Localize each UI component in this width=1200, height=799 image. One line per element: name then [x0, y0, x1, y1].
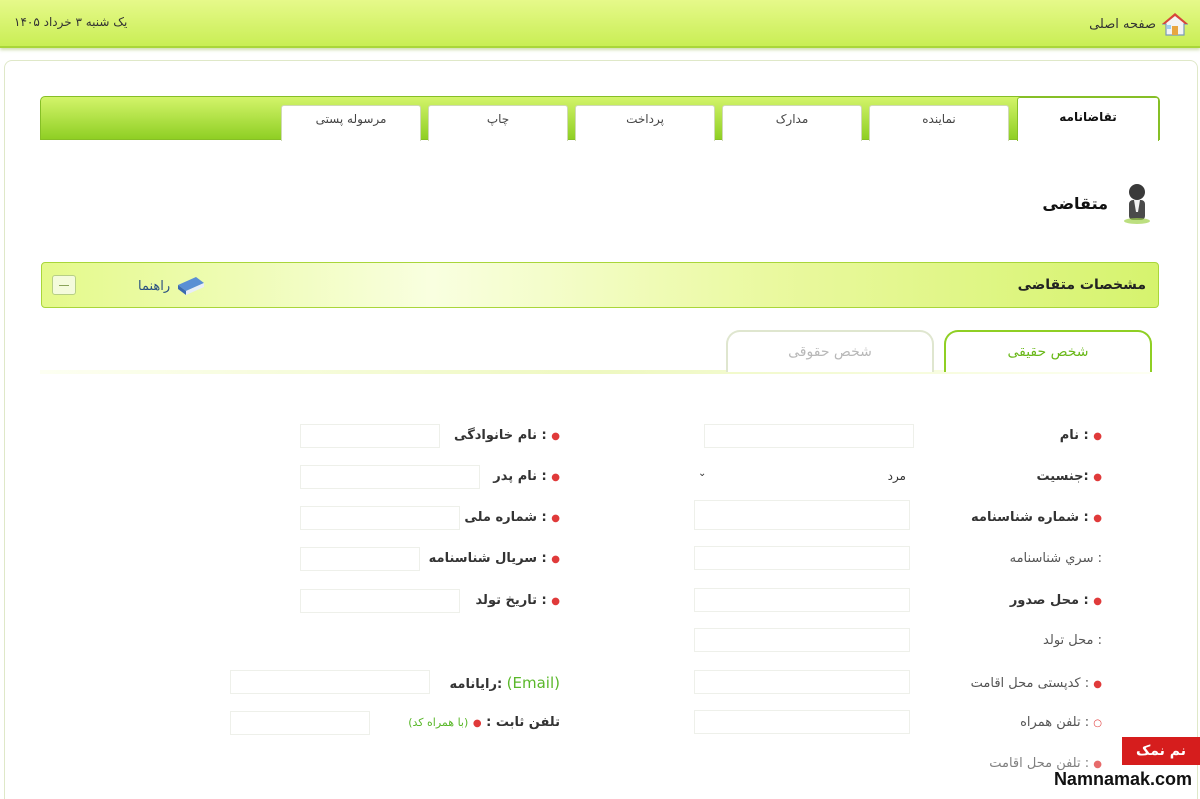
- gender-label: جنسیت: ●: [1036, 469, 1102, 484]
- help-label: راهنما: [138, 278, 171, 294]
- subtab-natural-person[interactable]: شخص حقیقی: [944, 330, 1152, 372]
- landline-label: تلفن ثابت : ● (با همراه کد): [408, 715, 560, 730]
- help-link[interactable]: راهنما: [138, 275, 206, 297]
- gender-select-value: مرد: [887, 469, 906, 483]
- id-serial-input[interactable]: [300, 547, 420, 571]
- home-label: صفحه اصلی: [1089, 16, 1156, 32]
- main-tab-bar: تقاضانامه نماینده مدارک پرداخت چاپ مرسول…: [40, 96, 1160, 141]
- id-number-input[interactable]: [694, 500, 910, 530]
- issue-place-input[interactable]: [694, 588, 910, 612]
- chevron-down-icon: ⌄: [698, 468, 707, 479]
- id-number-label: شماره شناسنامه : ●: [971, 510, 1102, 525]
- father-name-label: نام پدر : ●: [493, 469, 560, 484]
- book-icon: [178, 277, 205, 295]
- watermark-logo: نم نمک: [1122, 737, 1200, 765]
- first-name-label: نام : ●: [1059, 428, 1102, 443]
- id-series-label: سري شناسنامه :: [1009, 551, 1102, 566]
- email-input[interactable]: [230, 670, 430, 694]
- birth-place-label: محل تولد :: [1043, 633, 1102, 648]
- watermark-site: Namnamak.com: [1053, 769, 1192, 789]
- birth-place-input[interactable]: [694, 628, 910, 652]
- section-header: مشخصات متقاضی راهنما: [41, 262, 1159, 308]
- collapse-button[interactable]: [52, 275, 76, 295]
- tab-application[interactable]: تقاضانامه: [1017, 97, 1159, 141]
- postal-code-label: کدپستی محل اقامت : ●: [970, 676, 1102, 691]
- subtab-legal-person[interactable]: شخص حقوقی: [726, 330, 934, 372]
- tab-payment[interactable]: پرداخت: [575, 105, 715, 141]
- tab-representative[interactable]: نماینده: [869, 105, 1009, 141]
- home-icon: [1162, 13, 1188, 36]
- user-icon: [1124, 184, 1150, 224]
- issue-place-label: محل صدور : ●: [1009, 593, 1102, 608]
- gender-select[interactable]: مرد ⌄: [694, 466, 910, 488]
- landline-input[interactable]: [230, 711, 370, 735]
- last-name-label: نام خانوادگی : ●: [454, 428, 560, 443]
- section-title: مشخصات متقاضی: [1017, 277, 1146, 293]
- home-link[interactable]: صفحه اصلی: [1089, 12, 1188, 36]
- tab-print[interactable]: چاپ: [428, 105, 568, 141]
- father-name-input[interactable]: [300, 465, 480, 489]
- last-name-input[interactable]: [300, 424, 440, 448]
- current-date: یک شنبه ۳ خرداد ۱۴۰۵: [14, 15, 128, 29]
- email-label: رایانامه: (Email): [449, 674, 560, 692]
- applicant-title: متقاضی: [1042, 193, 1108, 213]
- national-code-input[interactable]: [300, 506, 460, 530]
- tab-documents[interactable]: مدارک: [722, 105, 862, 141]
- national-code-label: شماره ملی : ●: [464, 510, 560, 525]
- birth-date-input[interactable]: [300, 589, 460, 613]
- top-bar: صفحه اصلی یک شنبه ۳ خرداد ۱۴۰۵: [0, 0, 1200, 48]
- tab-postal-parcel[interactable]: مرسوله پستی: [281, 105, 421, 141]
- id-series-input[interactable]: [694, 546, 910, 570]
- first-name-input[interactable]: [704, 424, 914, 448]
- id-serial-label: سریال شناسنامه : ●: [428, 551, 560, 566]
- mobile-label: تلفن همراه : ○: [1020, 715, 1102, 730]
- mobile-input[interactable]: [694, 710, 910, 734]
- applicant-heading: متقاضی: [1042, 182, 1154, 224]
- birth-date-label: تاریخ تولد : ●: [475, 593, 560, 608]
- postal-code-input[interactable]: [694, 670, 910, 694]
